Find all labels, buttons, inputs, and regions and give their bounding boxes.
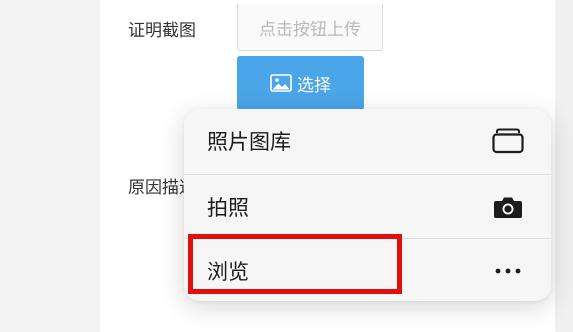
more-dots-icon: [491, 256, 525, 286]
image-icon: [270, 74, 292, 92]
sheet-item-browse[interactable]: 浏览: [184, 239, 551, 301]
upload-placeholder: 点击按钮上传: [259, 19, 361, 40]
sheet-item-label: 照片图库: [207, 130, 291, 154]
right-page-margin: [555, 0, 573, 332]
upload-field[interactable]: 点击按钮上传: [237, 4, 383, 51]
reason-description-label: 原因描述: [128, 178, 186, 198]
camera-icon: [491, 192, 525, 222]
left-page-margin: [0, 0, 100, 332]
sheet-item-photo-library[interactable]: 照片图库: [184, 109, 551, 173]
proof-screenshot-label: 证明截图: [128, 21, 196, 41]
upload-action-sheet: 照片图库 拍照 浏览: [184, 109, 551, 301]
photo-library-icon: [491, 126, 525, 156]
sheet-item-camera[interactable]: 拍照: [184, 175, 551, 239]
sheet-item-label: 浏览: [207, 260, 249, 284]
select-button-label: 选择: [297, 75, 331, 96]
select-file-button[interactable]: 选择: [237, 56, 364, 110]
sheet-item-label: 拍照: [207, 196, 249, 220]
